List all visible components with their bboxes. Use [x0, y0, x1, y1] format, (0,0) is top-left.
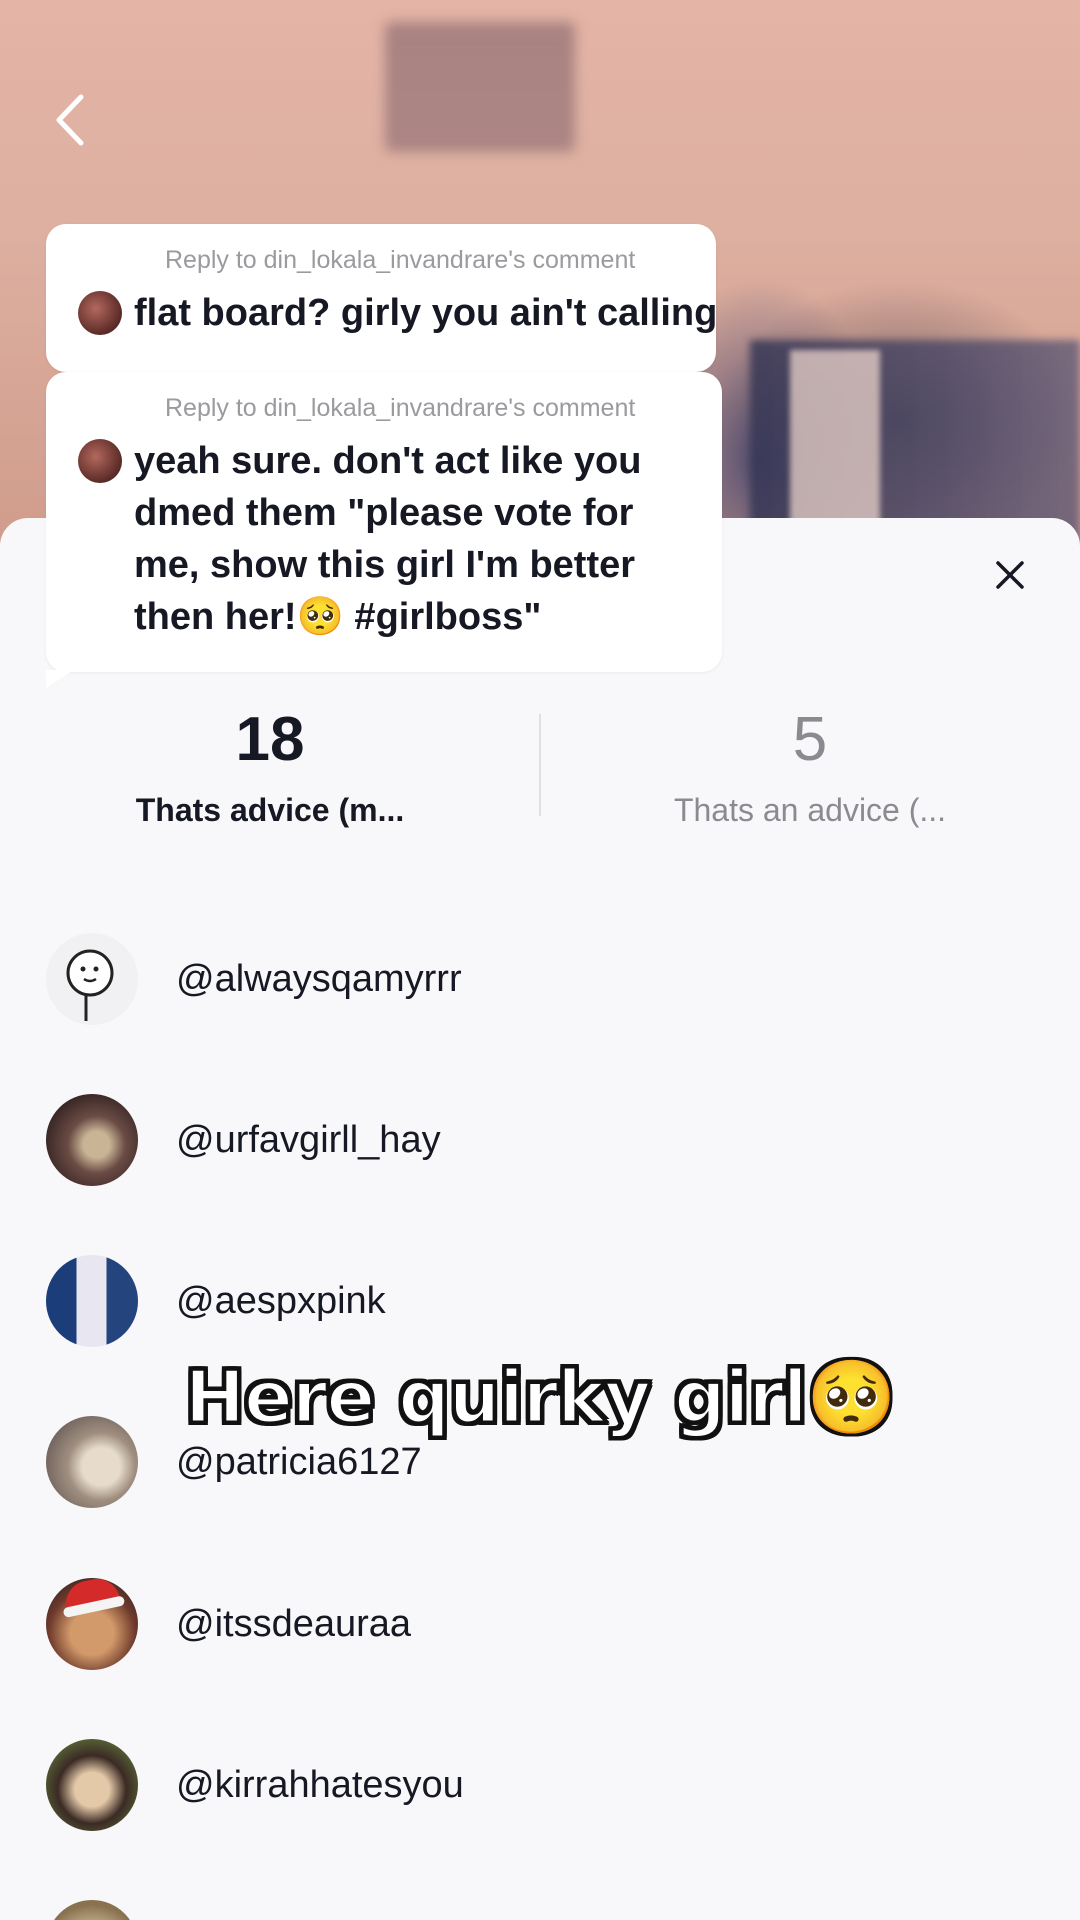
doodle-face-icon: [66, 949, 114, 1021]
poll-option-2-tab[interactable]: 5 Thats an advice (...: [540, 700, 1080, 832]
poll-option-1-label: Thats advice (m...: [135, 792, 405, 828]
reply-comment-sticker[interactable]: Reply to din_lokala_invandrare's comment…: [46, 372, 722, 688]
poll-option-2-label: Thats an advice (...: [673, 792, 947, 828]
comment-text: flat board? girly you ain't calling some…: [134, 292, 716, 334]
avatar: [46, 1094, 138, 1186]
voter-list-item[interactable]: @itssdeauraa: [46, 1578, 1026, 1670]
close-button[interactable]: [990, 555, 1030, 595]
voter-list-item[interactable]: @kirrahhatesyou: [46, 1739, 1026, 1831]
voter-username: @patricia6127: [176, 1440, 422, 1483]
ceiling-vent: [385, 22, 575, 152]
commenter-avatar: [78, 291, 122, 335]
reply-to-label: Reply to din_lokala_invandrare's comment: [165, 246, 636, 274]
voter-username: @itssdeauraa: [176, 1602, 412, 1645]
avatar: [46, 933, 138, 1025]
poll-option-1-count: 18: [235, 705, 305, 774]
avatar: [46, 1739, 138, 1831]
commenter-avatar: [78, 439, 122, 483]
chevron-left-icon: [56, 94, 84, 146]
avatar: [46, 1578, 138, 1670]
avatar: [46, 1255, 138, 1347]
voter-username: @aespxpink: [176, 1279, 386, 1322]
poll-divider: [539, 714, 541, 816]
voter-username: @kirrahhatesyou: [176, 1763, 464, 1806]
comment-text: yeah sure. don't act like you dmed them …: [134, 440, 642, 638]
reply-to-label: Reply to din_lokala_invandrare's comment: [165, 394, 636, 422]
close-icon: [996, 561, 1024, 589]
reply-comment-sticker[interactable]: Reply to din_lokala_invandrare's comment…: [46, 224, 716, 372]
voter-list-item-partial[interactable]: [46, 1900, 1026, 1920]
caption-text: Here quirky girl🥺: [183, 1354, 897, 1441]
voter-username: @urfavgirll_hay: [176, 1118, 441, 1161]
poll-option-1-tab[interactable]: 18 Thats advice (m...: [0, 700, 540, 832]
avatar: [46, 1900, 138, 1920]
video-caption-overlay: Here quirky girl🥺: [0, 1354, 1080, 1441]
voter-list-item[interactable]: @aespxpink: [46, 1255, 1026, 1347]
voter-username: @alwaysqamyrrr: [176, 957, 462, 1000]
back-button[interactable]: [45, 90, 95, 150]
voter-list-item[interactable]: @urfavgirll_hay: [46, 1094, 1026, 1186]
voter-list-item[interactable]: @alwaysqamyrrr: [46, 933, 1026, 1025]
santa-hat-icon: [61, 1578, 121, 1612]
poll-option-2-count: 5: [792, 705, 828, 774]
